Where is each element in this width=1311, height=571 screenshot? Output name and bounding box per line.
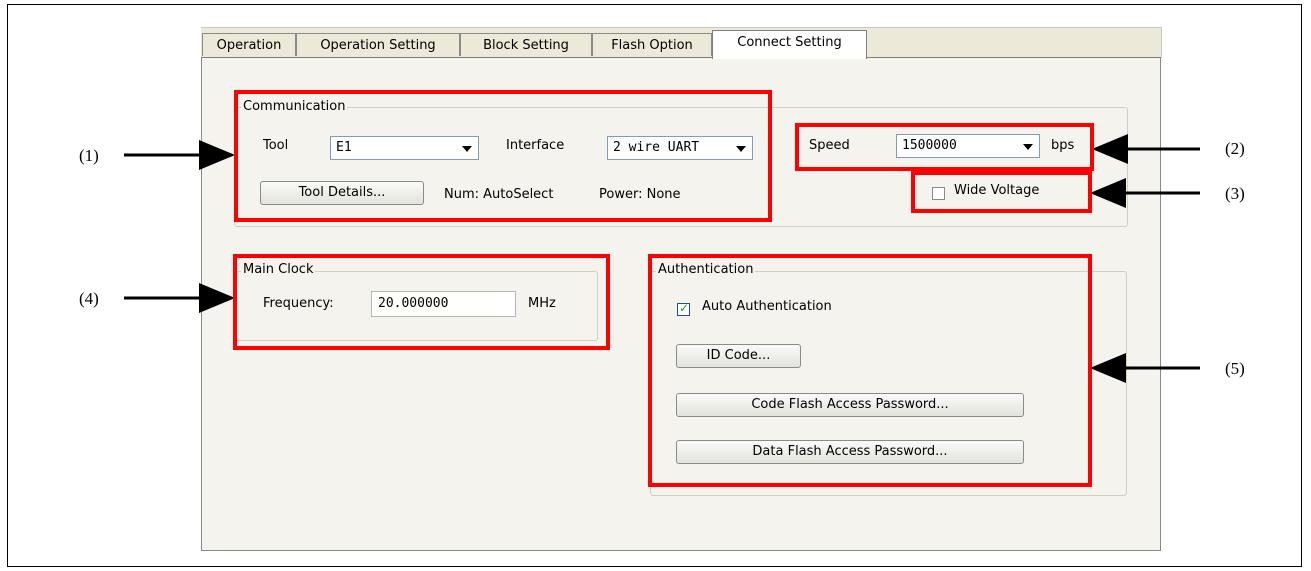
tab-connect-setting[interactable]: Connect Setting [712, 30, 867, 59]
highlight-box-main-clock [233, 254, 610, 350]
callout-label-1: (1) [79, 146, 99, 165]
highlight-box-wide-voltage [911, 171, 1092, 213]
highlight-box-speed [795, 123, 1094, 171]
callout-label-2: (2) [1225, 139, 1245, 158]
callout-label-3: (3) [1225, 184, 1245, 203]
callout-label-5: (5) [1225, 359, 1245, 378]
highlight-box-authentication [648, 254, 1092, 487]
callout-label-4: (4) [79, 289, 99, 308]
highlight-box-communication [234, 90, 772, 222]
